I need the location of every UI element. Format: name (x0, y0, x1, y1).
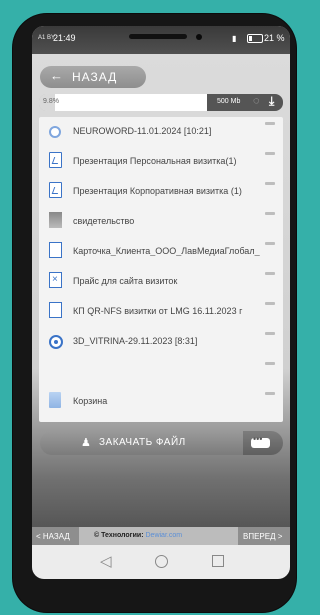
arrow-left-icon: ← (50, 68, 64, 83)
next-page-label: ВПЕРЕД > (243, 532, 283, 541)
prev-page-button[interactable]: < НАЗАД (32, 527, 79, 545)
android-nav-bar: ◁ (32, 545, 290, 579)
front-camera (196, 34, 202, 40)
phone-screen: A1 BY 21:49 ▮ 21 % ← НАЗАД 9.8% 500 Mb ◌… (32, 26, 290, 579)
nav-home-icon[interactable] (155, 555, 168, 568)
more-icon (251, 434, 270, 448)
credit-text: © Технологии: Dewiar.com (94, 532, 182, 539)
footer-bar: < НАЗАД © Технологии: Dewiar.com ВПЕРЕД … (32, 527, 290, 545)
file-row[interactable]: Карточка_Клиента_ООО_ЛавМедиаГлобал_ (39, 237, 283, 268)
next-page-button[interactable]: ВПЕРЕД > (238, 527, 290, 545)
more-menu-button[interactable] (243, 431, 283, 455)
back-button[interactable]: ← НАЗАД (40, 66, 146, 88)
storage-bar: 9.8% 500 Mb ◌ ⤓ (39, 94, 283, 111)
storage-track (39, 94, 207, 111)
empty-row[interactable] (39, 357, 283, 388)
file-row[interactable]: КП QR-NFS визитки от LMG 16.11.2023 г (39, 297, 283, 328)
person-icon: ♟ (81, 437, 91, 449)
nav-recent-icon[interactable] (212, 555, 224, 567)
document-icon (49, 182, 62, 198)
file-row[interactable]: NEUROWORD-11.01.2024 [10:21] (39, 117, 283, 148)
row-menu-icon[interactable] (265, 302, 275, 305)
row-menu-icon[interactable] (265, 272, 275, 275)
page-icon (49, 302, 62, 318)
image-icon (49, 212, 62, 228)
credit-brand-link[interactable]: Dewiar.com (146, 532, 183, 539)
prev-page-label: < НАЗАД (36, 532, 70, 541)
file-name: Карточка_Клиента_ООО_ЛавМедиаГлобал_ (73, 246, 260, 256)
upload-file-button[interactable]: ♟ ЗАКАЧАТЬ ФАЙЛ (40, 431, 243, 455)
clock: 21:49 (53, 33, 76, 43)
3d-icon (49, 335, 63, 349)
earpiece (129, 34, 187, 39)
sync-icon[interactable]: ◌ (253, 95, 260, 107)
row-menu-icon[interactable] (265, 392, 275, 395)
storage-percent: 9.8% (43, 98, 59, 105)
credit-prefix: © Технологии: (94, 532, 144, 539)
back-button-label: НАЗАД (72, 70, 118, 84)
status-bar: A1 BY 21:49 ▮ 21 % (32, 26, 290, 54)
file-name: Презентация Корпоративная визитка (1) (73, 186, 242, 196)
file-name: 3D_VITRINA-29.11.2023 [8:31] (73, 336, 198, 346)
trash-icon (49, 392, 61, 408)
spreadsheet-icon (49, 272, 62, 288)
gear-icon (49, 126, 61, 138)
file-name: Прайс для сайта визиток (73, 276, 178, 286)
signal-icon: ▮ (232, 34, 237, 43)
row-menu-icon[interactable] (265, 362, 275, 365)
file-name: КП QR-NFS визитки от LMG 16.11.2023 г (73, 306, 243, 316)
download-icon[interactable]: ⤓ (269, 94, 274, 109)
nav-back-icon[interactable]: ◁ (100, 552, 112, 570)
row-menu-icon[interactable] (265, 332, 275, 335)
battery-icon (247, 34, 263, 43)
file-row[interactable]: Презентация Персональная визитка(1) (39, 147, 283, 178)
row-menu-icon[interactable] (265, 182, 275, 185)
storage-capacity: 500 Mb (217, 98, 241, 105)
battery-level: 21 % (264, 33, 285, 43)
row-menu-icon[interactable] (265, 242, 275, 245)
file-row[interactable]: Прайс для сайта визиток (39, 267, 283, 298)
row-menu-icon[interactable] (265, 152, 275, 155)
document-icon (49, 152, 62, 168)
file-row[interactable]: 3D_VITRINA-29.11.2023 [8:31] (39, 327, 283, 358)
file-list: NEUROWORD-11.01.2024 [10:21] Презентация … (39, 117, 283, 422)
row-menu-icon[interactable] (265, 212, 275, 215)
upload-file-label: ЗАКАЧАТЬ ФАЙЛ (99, 437, 186, 448)
file-name: NEUROWORD-11.01.2024 [10:21] (73, 126, 212, 136)
file-name: Презентация Персональная визитка(1) (73, 156, 237, 166)
file-row[interactable]: Корзина (39, 387, 283, 418)
file-row[interactable]: Презентация Корпоративная визитка (1) (39, 177, 283, 208)
file-name: Корзина (73, 396, 108, 406)
page-icon (49, 242, 62, 258)
file-row[interactable]: свидетельство (39, 207, 283, 238)
file-name: свидетельство (73, 216, 135, 226)
row-menu-icon[interactable] (265, 122, 275, 125)
